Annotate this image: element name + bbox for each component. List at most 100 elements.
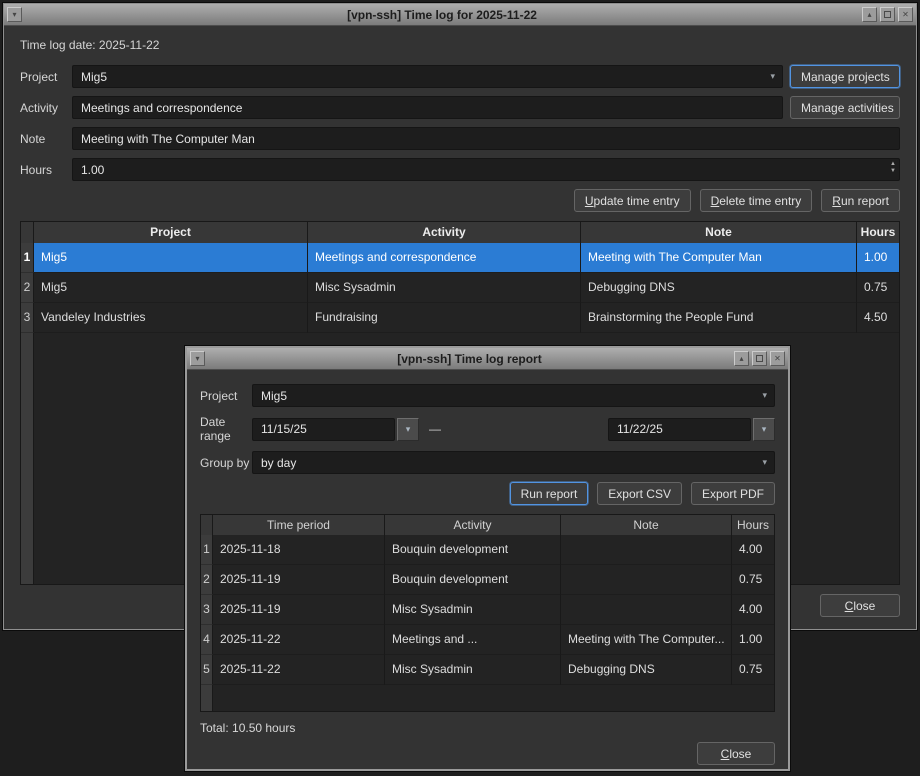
cell-project: Vandeley Industries bbox=[34, 303, 308, 333]
cell-project: Mig5 bbox=[34, 243, 308, 273]
date-range-label: Date range bbox=[200, 415, 252, 443]
report-row[interactable]: 1 2025-11-18 Bouquin development 4.00 bbox=[201, 535, 774, 565]
shade-icon[interactable]: ▴ bbox=[862, 7, 877, 22]
report-row[interactable]: 5 2025-11-22 Misc Sysadmin Debugging DNS… bbox=[201, 655, 774, 685]
dialog-close-button[interactable]: Close bbox=[697, 742, 775, 765]
cell-note bbox=[561, 565, 732, 595]
note-value: Meeting with The Computer Man bbox=[81, 132, 255, 146]
window-menu-icon[interactable]: ▾ bbox=[7, 7, 22, 22]
table-row[interactable]: 1 Mig5 Meetings and correspondence Meeti… bbox=[21, 243, 899, 273]
project-combobox[interactable]: Mig5 ▾ bbox=[72, 65, 783, 88]
cell-hours: 0.75 bbox=[857, 273, 899, 303]
date-range-row: Date range 11/15/25 ▾ — 11/22/25 ▾ bbox=[200, 415, 775, 443]
cell-activity: Bouquin development bbox=[385, 535, 561, 565]
cell-hours: 4.50 bbox=[857, 303, 899, 333]
cell-note bbox=[561, 595, 732, 625]
row-number-gutter bbox=[21, 333, 34, 584]
export-pdf-button[interactable]: Export PDF bbox=[691, 482, 775, 505]
close-glyph: ✕ bbox=[902, 11, 909, 19]
activity-value: Meetings and correspondence bbox=[81, 101, 242, 115]
group-by-value: by day bbox=[261, 456, 296, 470]
cell-note: Debugging DNS bbox=[581, 273, 857, 303]
dialog-title: [vpn-ssh] Time log report bbox=[208, 352, 731, 366]
shade-glyph: ▴ bbox=[739, 355, 743, 363]
close-icon[interactable]: ✕ bbox=[898, 7, 913, 22]
manage-activities-button[interactable]: Manage activities bbox=[790, 96, 900, 119]
shade-icon[interactable]: ▴ bbox=[734, 351, 749, 366]
note-input[interactable]: Meeting with The Computer Man bbox=[72, 127, 900, 150]
report-project-value: Mig5 bbox=[261, 389, 287, 403]
table-row[interactable]: 3 Vandeley Industries Fundraising Brains… bbox=[21, 303, 899, 333]
activity-input[interactable]: Meetings and correspondence bbox=[72, 96, 783, 119]
maximize-glyph bbox=[756, 355, 763, 362]
note-label: Note bbox=[20, 132, 72, 146]
group-by-combobox[interactable]: by day ▾ bbox=[252, 451, 775, 474]
cell-hours: 0.75 bbox=[732, 565, 774, 595]
date-range-separator: — bbox=[429, 422, 441, 436]
cell-note bbox=[561, 535, 732, 565]
cell-note: Debugging DNS bbox=[561, 655, 732, 685]
window-menu-glyph: ▾ bbox=[195, 355, 199, 363]
row-number: 1 bbox=[201, 535, 213, 565]
main-window-title: [vpn-ssh] Time log for 2025-11-22 bbox=[25, 8, 859, 22]
hours-spinbox[interactable]: 1.00 ▲ ▼ bbox=[72, 158, 900, 181]
date-to-input[interactable]: 11/22/25 bbox=[608, 418, 751, 441]
row-number: 5 bbox=[201, 655, 213, 685]
dialog-content: Project Mig5 ▾ Date range 11/15/25 ▾ — 1… bbox=[187, 370, 788, 765]
report-actions-row: Run report Export CSV Export PDF bbox=[200, 482, 775, 505]
maximize-icon[interactable] bbox=[880, 7, 895, 22]
chevron-down-icon: ▾ bbox=[762, 391, 767, 400]
time-entries-header: Project Activity Note Hours bbox=[21, 222, 899, 243]
report-dialog: ▾ [vpn-ssh] Time log report ▴ ✕ Project … bbox=[185, 346, 790, 771]
export-csv-button[interactable]: Export CSV bbox=[597, 482, 682, 505]
manage-projects-button[interactable]: Manage projects bbox=[790, 65, 900, 88]
dialog-close-row: Close bbox=[200, 742, 775, 765]
hours-label: Hours bbox=[20, 163, 72, 177]
delete-time-entry-button[interactable]: Delete time entry bbox=[700, 189, 813, 212]
chevron-down-icon: ▾ bbox=[762, 424, 767, 435]
header-activity: Activity bbox=[385, 515, 561, 535]
cell-note: Meeting with The Computer... bbox=[561, 625, 732, 655]
cell-note: Brainstorming the People Fund bbox=[581, 303, 857, 333]
report-row[interactable]: 2 2025-11-19 Bouquin development 0.75 bbox=[201, 565, 774, 595]
group-by-row: Group by by day ▾ bbox=[200, 451, 775, 474]
window-menu-glyph: ▾ bbox=[12, 11, 16, 19]
dialog-run-report-button[interactable]: Run report bbox=[510, 482, 589, 505]
chevron-down-icon: ▾ bbox=[762, 458, 767, 467]
report-row[interactable]: 3 2025-11-19 Misc Sysadmin 4.00 bbox=[201, 595, 774, 625]
report-project-combobox[interactable]: Mig5 ▾ bbox=[252, 384, 775, 407]
cell-note: Meeting with The Computer Man bbox=[581, 243, 857, 273]
spinner-down-icon[interactable]: ▼ bbox=[890, 168, 896, 174]
run-report-button[interactable]: Run report bbox=[821, 189, 900, 212]
update-time-entry-button[interactable]: Update time entry bbox=[574, 189, 691, 212]
header-gutter bbox=[201, 515, 213, 535]
activity-label: Activity bbox=[20, 101, 72, 115]
maximize-icon[interactable] bbox=[752, 351, 767, 366]
main-close-button[interactable]: Close bbox=[820, 594, 900, 617]
cell-activity: Meetings and correspondence bbox=[308, 243, 581, 273]
cell-activity: Meetings and ... bbox=[385, 625, 561, 655]
date-from-dropdown-button[interactable]: ▾ bbox=[397, 418, 419, 441]
date-from-input[interactable]: 11/15/25 bbox=[252, 418, 395, 441]
main-titlebar: ▾ [vpn-ssh] Time log for 2025-11-22 ▴ ✕ bbox=[4, 4, 916, 26]
project-row: Project Mig5 ▾ Manage projects bbox=[20, 65, 900, 88]
window-menu-icon[interactable]: ▾ bbox=[190, 351, 205, 366]
report-row[interactable]: 4 2025-11-22 Meetings and ... Meeting wi… bbox=[201, 625, 774, 655]
maximize-glyph bbox=[884, 11, 891, 18]
cell-period: 2025-11-18 bbox=[213, 535, 385, 565]
chevron-down-icon: ▾ bbox=[406, 424, 411, 435]
row-number: 1 bbox=[21, 243, 34, 273]
cell-hours: 4.00 bbox=[732, 535, 774, 565]
cell-activity: Misc Sysadmin bbox=[308, 273, 581, 303]
report-table: Time period Activity Note Hours 1 2025-1… bbox=[200, 514, 775, 712]
cell-activity: Bouquin development bbox=[385, 565, 561, 595]
cell-activity: Fundraising bbox=[308, 303, 581, 333]
cell-hours: 1.00 bbox=[857, 243, 899, 273]
cell-activity: Misc Sysadmin bbox=[385, 595, 561, 625]
table-row[interactable]: 2 Mig5 Misc Sysadmin Debugging DNS 0.75 bbox=[21, 273, 899, 303]
row-number-gutter bbox=[201, 685, 213, 711]
spinner-up-icon[interactable]: ▲ bbox=[890, 161, 896, 167]
row-number: 2 bbox=[21, 273, 34, 303]
date-to-dropdown-button[interactable]: ▾ bbox=[753, 418, 775, 441]
close-icon[interactable]: ✕ bbox=[770, 351, 785, 366]
